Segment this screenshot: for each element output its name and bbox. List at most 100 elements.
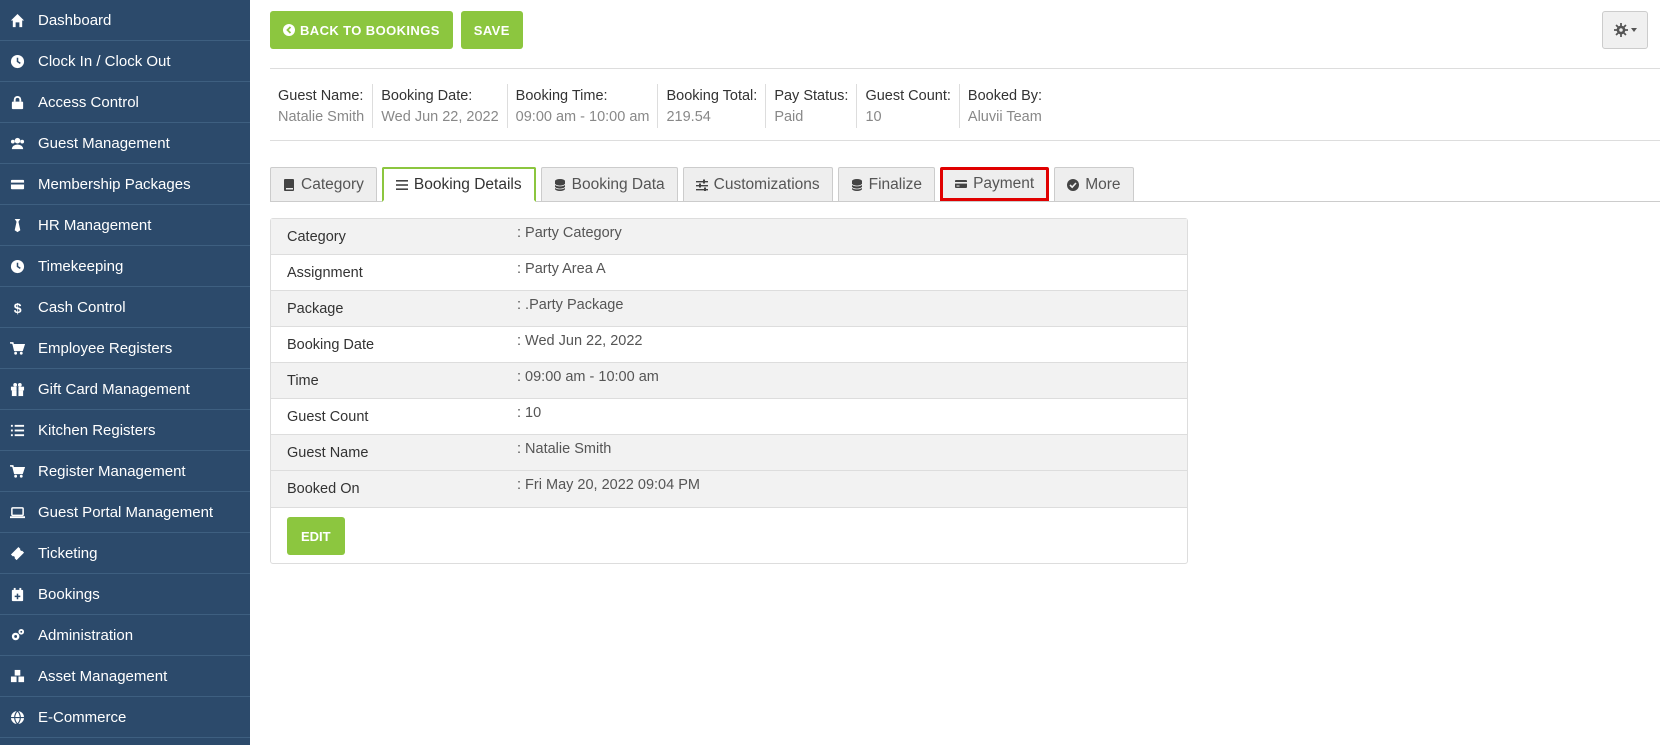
sidebar-item-label: HR Management [38, 216, 152, 234]
detail-label: Category [287, 229, 346, 245]
detail-row-guest-count: Guest Count : 10 [271, 399, 1187, 435]
sidebar-item-kitchen-registers[interactable]: Kitchen Registers [0, 410, 250, 451]
sidebar-item-clock-in-out[interactable]: Clock In / Clock Out [0, 41, 250, 82]
tab-category[interactable]: Category [270, 167, 377, 201]
sidebar-item-label: Access Control [38, 93, 139, 111]
detail-value: : .Party Package [517, 297, 624, 313]
sidebar-item-label: Cash Control [38, 298, 126, 316]
summary-booking-date: Booking Date: Wed Jun 22, 2022 [373, 84, 508, 128]
credit-card-icon [955, 180, 968, 188]
detail-label: Booked On [287, 481, 360, 497]
main-content: BACK TO BOOKINGS SAVE Guest Name: Natali… [250, 0, 1680, 745]
arrow-circle-left-icon [283, 24, 295, 36]
sidebar-item-ticketing[interactable]: Ticketing [0, 533, 250, 574]
cart-icon [9, 340, 25, 356]
sidebar-item-label: Bookings [38, 585, 100, 603]
detail-value: : 10 [517, 405, 542, 421]
detail-value: : Wed Jun 22, 2022 [517, 333, 643, 349]
sidebar-item-employee-registers[interactable]: Employee Registers [0, 328, 250, 369]
settings-dropdown-button[interactable] [1602, 11, 1648, 49]
sliders-icon [695, 179, 708, 191]
tab-label: Payment [973, 175, 1035, 192]
home-icon [9, 12, 25, 28]
sidebar-item-cash-control[interactable]: $ Cash Control [0, 287, 250, 328]
summary-booking-total: Booking Total: 219.54 [658, 84, 767, 128]
sidebar-item-gift-card-management[interactable]: Gift Card Management [0, 369, 250, 410]
sidebar-item-label: Timekeeping [38, 257, 124, 275]
sidebar-item-label: Guest Management [38, 134, 170, 152]
sidebar-item-bookings[interactable]: Bookings [0, 574, 250, 615]
summary-value: Wed Jun 22, 2022 [381, 109, 499, 125]
summary-value: Paid [774, 109, 804, 125]
booking-summary: Guest Name: Natalie Smith Booking Date: … [270, 84, 1050, 128]
divider [270, 68, 1660, 69]
tab-customizations[interactable]: Customizations [682, 167, 833, 201]
cogs-icon [9, 627, 25, 643]
sidebar-item-access-control[interactable]: Access Control [0, 82, 250, 123]
database-icon [554, 178, 566, 191]
tab-finalize[interactable]: Finalize [837, 167, 936, 201]
sidebar-item-label: Employee Registers [38, 339, 173, 357]
detail-label: Package [287, 301, 344, 317]
check-circle-icon [1067, 178, 1080, 191]
tab-label: Booking Data [571, 175, 665, 193]
summary-guest-count: Guest Count: 10 [857, 84, 960, 128]
book-icon [284, 178, 294, 191]
database-icon [851, 178, 863, 191]
sidebar-item-label: Guest Portal Management [38, 503, 214, 521]
bars-icon [395, 179, 408, 190]
calendar-plus-icon [9, 586, 25, 602]
sidebar-item-membership-packages[interactable]: Membership Packages [0, 164, 250, 205]
detail-row-assignment: Assignment : Party Area A [271, 255, 1187, 291]
tie-icon [9, 217, 25, 233]
sidebar-item-asset-management[interactable]: Asset Management [0, 656, 250, 697]
sidebar-item-label: Dashboard [38, 11, 112, 29]
cubes-icon [9, 668, 25, 684]
cart-plus-icon [9, 463, 25, 479]
booking-tabs: Category Booking Details Booking Data Cu… [270, 167, 1660, 202]
save-button[interactable]: SAVE [460, 11, 523, 49]
sidebar-item-guest-portal-management[interactable]: Guest Portal Management [0, 492, 250, 533]
detail-value: : Party Category [517, 225, 622, 241]
tab-booking-details[interactable]: Booking Details [381, 167, 536, 202]
detail-label: Booking Date [287, 337, 375, 353]
clock-icon [9, 53, 25, 69]
sidebar-item-label: Register Management [38, 462, 186, 480]
tab-more[interactable]: More [1054, 167, 1134, 201]
summary-value: 09:00 am - 10:00 am [515, 109, 650, 125]
summary-value: 10 [865, 109, 882, 125]
summary-label: Booked By: [967, 88, 1043, 104]
dollar-icon: $ [9, 299, 25, 315]
sidebar-item-guest-management[interactable]: Guest Management [0, 123, 250, 164]
caret-down-icon [1630, 28, 1637, 32]
detail-label: Guest Name [287, 445, 369, 461]
sidebar-item-e-commerce[interactable]: E-Commerce [0, 697, 250, 738]
summary-pay-status: Pay Status: Paid [766, 84, 858, 128]
globe-icon [9, 709, 25, 725]
detail-row-booking-date: Booking Date : Wed Jun 22, 2022 [271, 327, 1187, 363]
sidebar-item-label: Kitchen Registers [38, 421, 156, 439]
sidebar-item-label: Ticketing [38, 544, 98, 562]
tab-label: Category [301, 175, 364, 193]
detail-row-time: Time : 09:00 am - 10:00 am [271, 363, 1187, 399]
sidebar-item-administration[interactable]: Administration [0, 615, 250, 656]
laptop-icon [9, 504, 25, 520]
tab-label: More [1085, 175, 1121, 193]
sidebar-item-label: E-Commerce [38, 708, 127, 726]
sidebar-item-register-management[interactable]: Register Management [0, 451, 250, 492]
sidebar-item-hr-management[interactable]: HR Management [0, 205, 250, 246]
summary-value: Natalie Smith [278, 109, 365, 125]
sidebar-item-timekeeping[interactable]: Timekeeping [0, 246, 250, 287]
sidebar-item-dashboard[interactable]: Dashboard [0, 0, 250, 41]
tab-booking-data[interactable]: Booking Data [540, 167, 678, 201]
save-label: SAVE [473, 22, 510, 38]
svg-text:$: $ [13, 300, 21, 315]
summary-booked-by: Booked By: Aluvii Team [960, 84, 1050, 128]
tab-payment[interactable]: Payment [940, 167, 1050, 201]
detail-value: : 09:00 am - 10:00 am [517, 369, 659, 385]
detail-row-booked-on: Booked On : Fri May 20, 2022 09:04 PM [271, 471, 1187, 508]
back-to-bookings-button[interactable]: BACK TO BOOKINGS [270, 11, 453, 49]
edit-button[interactable]: EDIT [287, 517, 345, 555]
ticket-icon [9, 545, 25, 561]
summary-label: Booking Time: [515, 88, 608, 104]
